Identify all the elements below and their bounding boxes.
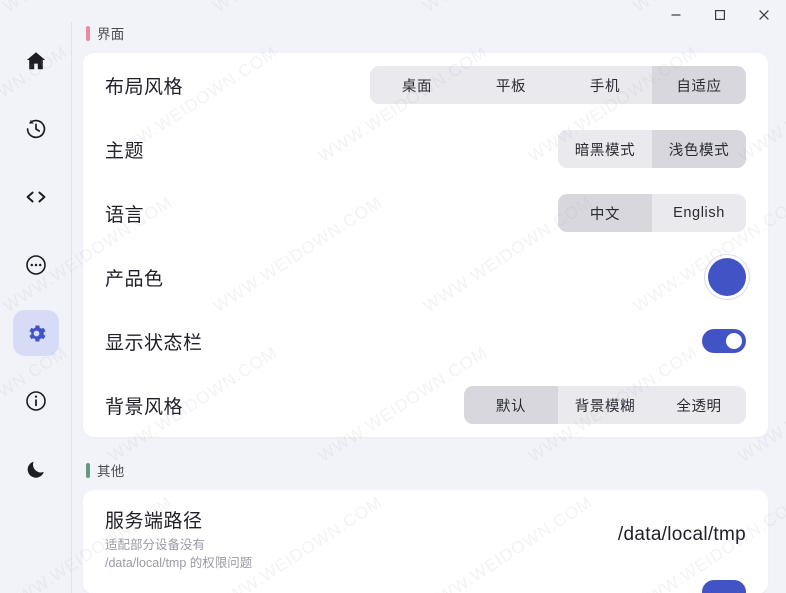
title-bar — [0, 0, 786, 30]
layout-style-segmented-control[interactable]: 桌面 平板 手机 自适应 — [370, 66, 746, 104]
setting-label: 主题 — [105, 140, 145, 162]
more-circle-icon — [24, 253, 48, 277]
language-option-chinese[interactable]: 中文 — [558, 194, 652, 232]
other-settings-card: 服务端路径 适配部分设备没有 /data/local/tmp 的权限问题 /da… — [83, 490, 768, 593]
next-setting-toggle-partial — [105, 578, 746, 593]
toggle-knob — [726, 333, 742, 349]
history-icon — [24, 117, 48, 141]
theme-option-dark[interactable]: 暗黑模式 — [558, 130, 652, 168]
setting-description: 适配部分设备没有 /data/local/tmp 的权限问题 — [105, 538, 253, 571]
sidebar-item-history[interactable] — [13, 106, 59, 152]
gear-icon — [25, 322, 48, 345]
setting-row-language: 语言 中文 English — [105, 181, 746, 245]
sidebar-item-more[interactable] — [13, 242, 59, 288]
section-header-other: 其他 — [83, 459, 768, 481]
sidebar-item-settings[interactable] — [13, 310, 59, 356]
background-option-transparent[interactable]: 全透明 — [652, 386, 746, 424]
setting-row-background-style: 背景风格 默认 背景模糊 全透明 — [105, 373, 746, 437]
layout-option-phone[interactable]: 手机 — [558, 66, 652, 104]
sidebar-item-code[interactable] — [13, 174, 59, 220]
code-icon — [24, 185, 48, 209]
sidebar-item-home[interactable] — [13, 38, 59, 84]
partial-toggle[interactable] — [702, 580, 746, 593]
setting-row-product-color: 产品色 — [105, 245, 746, 309]
sidebar — [0, 0, 72, 593]
close-button[interactable] — [742, 0, 786, 30]
info-icon — [24, 389, 48, 413]
setting-label: 服务端路径 — [105, 511, 203, 532]
theme-segmented-control[interactable]: 暗黑模式 浅色模式 — [558, 130, 746, 168]
moon-icon — [25, 458, 47, 480]
app-window: 界面 布局风格 桌面 平板 手机 自适应 主题 暗黑模式 浅色模式 语言 中文 … — [0, 0, 786, 593]
layout-option-desktop[interactable]: 桌面 — [370, 66, 464, 104]
settings-content: 界面 布局风格 桌面 平板 手机 自适应 主题 暗黑模式 浅色模式 语言 中文 … — [72, 0, 786, 593]
background-style-segmented-control[interactable]: 默认 背景模糊 全透明 — [464, 386, 746, 424]
setting-label: 语言 — [105, 204, 145, 226]
layout-option-adaptive[interactable]: 自适应 — [652, 66, 746, 104]
setting-row-layout-style: 布局风格 桌面 平板 手机 自适应 — [105, 53, 746, 117]
background-option-default[interactable]: 默认 — [464, 386, 558, 424]
home-icon — [24, 49, 48, 73]
product-color-swatch[interactable] — [708, 258, 746, 296]
close-icon — [758, 9, 770, 21]
interface-settings-card: 布局风格 桌面 平板 手机 自适应 主题 暗黑模式 浅色模式 语言 中文 Eng… — [83, 53, 768, 437]
setting-row-show-status-bar: 显示状态栏 — [105, 309, 746, 373]
minimize-icon — [670, 9, 682, 21]
show-status-bar-toggle[interactable] — [702, 329, 746, 353]
setting-label: 产品色 — [105, 268, 164, 290]
section-title: 其他 — [97, 464, 125, 479]
setting-label: 背景风格 — [105, 396, 184, 418]
maximize-icon — [714, 9, 726, 21]
layout-option-tablet[interactable]: 平板 — [464, 66, 558, 104]
minimize-button[interactable] — [654, 0, 698, 30]
background-option-blur[interactable]: 背景模糊 — [558, 386, 652, 424]
server-path-value: /data/local/tmp — [617, 524, 746, 545]
setting-row-server-path: 服务端路径 适配部分设备没有 /data/local/tmp 的权限问题 /da… — [105, 490, 746, 578]
setting-label: 显示状态栏 — [105, 332, 203, 354]
maximize-button[interactable] — [698, 0, 742, 30]
theme-option-light[interactable]: 浅色模式 — [652, 130, 746, 168]
setting-label: 布局风格 — [105, 76, 184, 98]
sidebar-item-dark-mode[interactable] — [13, 446, 59, 492]
language-segmented-control[interactable]: 中文 English — [558, 194, 746, 232]
language-option-english[interactable]: English — [652, 194, 746, 232]
section-accent-bar — [86, 462, 90, 478]
setting-row-theme: 主题 暗黑模式 浅色模式 — [105, 117, 746, 181]
sidebar-item-info[interactable] — [13, 378, 59, 424]
